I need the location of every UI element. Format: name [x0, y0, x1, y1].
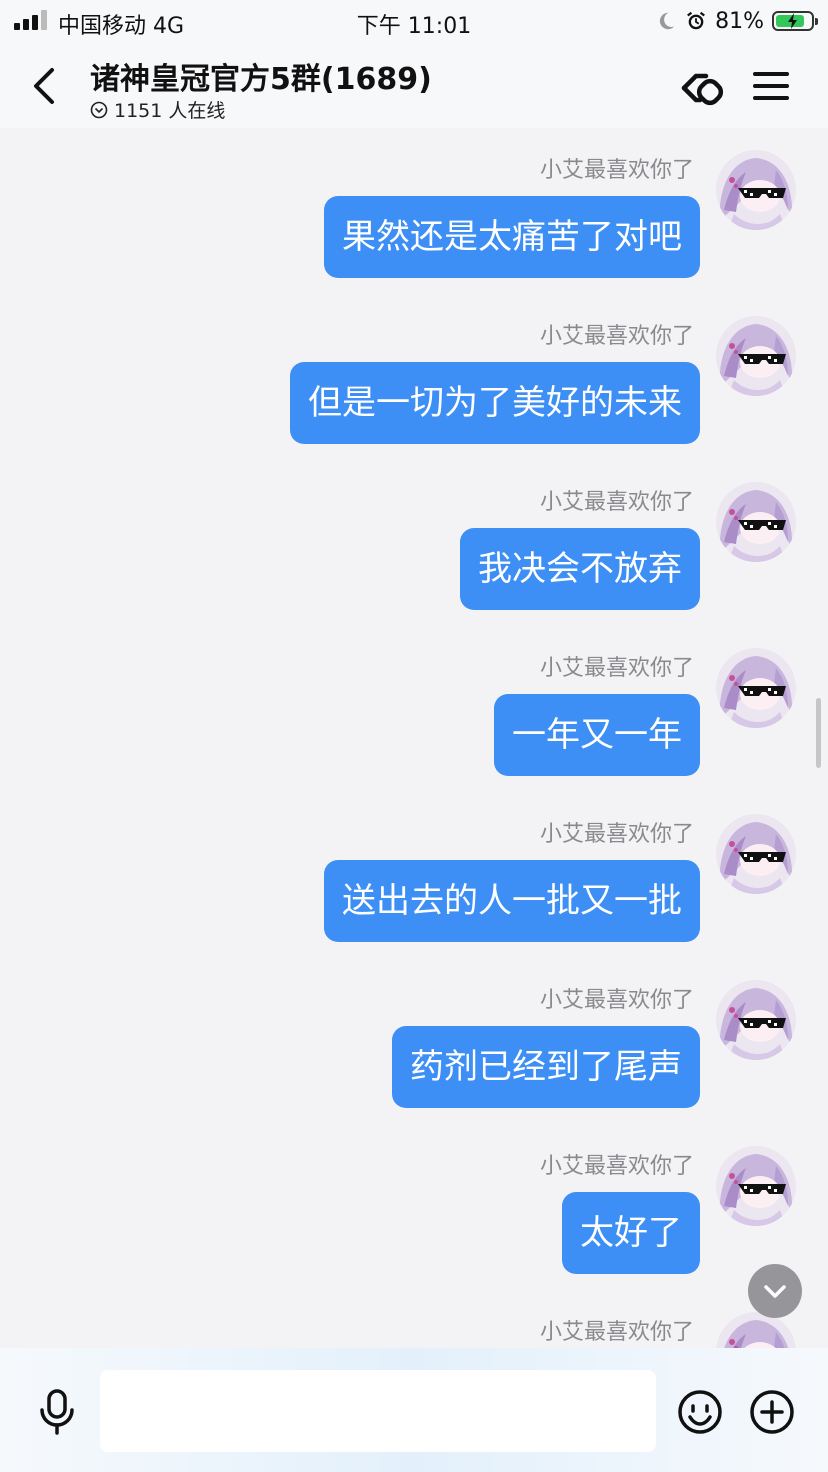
input-bar [0, 1348, 828, 1472]
chevron-circle-icon [90, 101, 108, 118]
microphone-icon[interactable] [36, 1388, 78, 1436]
avatar-image [716, 648, 796, 728]
message-bubble[interactable]: 送出去的人一批又一批 [324, 860, 700, 942]
chevron-left-icon[interactable] [26, 64, 62, 108]
sender-name[interactable]: 小艾最喜欢你了 [540, 1314, 694, 1346]
scroll-down-button[interactable] [748, 1264, 802, 1318]
chevron-down-icon [764, 1285, 786, 1298]
battery-percent: 81% [715, 8, 764, 34]
avatar-image [716, 814, 796, 894]
avatar[interactable] [716, 150, 796, 230]
sender-name[interactable]: 小艾最喜欢你了 [540, 982, 694, 1014]
avatar-image [716, 980, 796, 1060]
scrollbar[interactable] [816, 698, 821, 768]
avatar-image [716, 482, 796, 562]
sender-name[interactable]: 小艾最喜欢你了 [540, 318, 694, 350]
online-status[interactable]: 1151 人在线 [90, 96, 225, 123]
emoji-icon[interactable] [676, 1388, 724, 1436]
message-input[interactable] [100, 1370, 656, 1452]
message-bubble[interactable]: 一年又一年 [494, 694, 700, 776]
moon-icon [659, 12, 675, 30]
sender-name[interactable]: 小艾最喜欢你了 [540, 816, 694, 848]
message-bubble[interactable]: 但是一切为了美好的未来 [290, 362, 700, 444]
avatar[interactable] [716, 316, 796, 396]
sender-name[interactable]: 小艾最喜欢你了 [540, 152, 694, 184]
avatar[interactable] [716, 980, 796, 1060]
avatar[interactable] [716, 482, 796, 562]
message-bubble[interactable]: 我决会不放弃 [460, 528, 700, 610]
charging-bolt-icon [788, 13, 797, 29]
status-bar: 中国移动 4G 下午 11:01 81% [0, 0, 828, 44]
message-bubble[interactable]: 太好了 [562, 1192, 700, 1274]
sender-name[interactable]: 小艾最喜欢你了 [540, 484, 694, 516]
sender-name[interactable]: 小艾最喜欢你了 [540, 1148, 694, 1180]
avatar-image [716, 1146, 796, 1226]
avatar[interactable] [716, 1146, 796, 1226]
avatar[interactable] [716, 814, 796, 894]
message-bubble[interactable]: 果然还是太痛苦了对吧 [324, 196, 700, 278]
avatar-image [716, 316, 796, 396]
group-title[interactable]: 诸神皇冠官方5群(1689) [90, 54, 432, 98]
sender-name[interactable]: 小艾最喜欢你了 [540, 650, 694, 682]
link-icon[interactable] [678, 64, 726, 112]
avatar[interactable] [716, 648, 796, 728]
alarm-icon [687, 11, 706, 30]
menu-icon[interactable] [752, 66, 790, 106]
message-bubble[interactable]: 药剂已经到了尾声 [392, 1026, 700, 1108]
status-right: 81% [655, 7, 818, 35]
message-list[interactable]: 小艾最喜欢你了 果然还是太痛苦了对吧 小艾最喜欢你了 但是一切为了美好的未来 小艾最… [0, 128, 828, 1348]
chat-header: 诸神皇冠官方5群(1689) 1151 人在线 [0, 44, 828, 128]
avatar-image [716, 150, 796, 230]
plus-icon[interactable] [748, 1388, 796, 1436]
battery-icon [772, 11, 818, 31]
online-count: 1151 人在线 [114, 100, 226, 122]
